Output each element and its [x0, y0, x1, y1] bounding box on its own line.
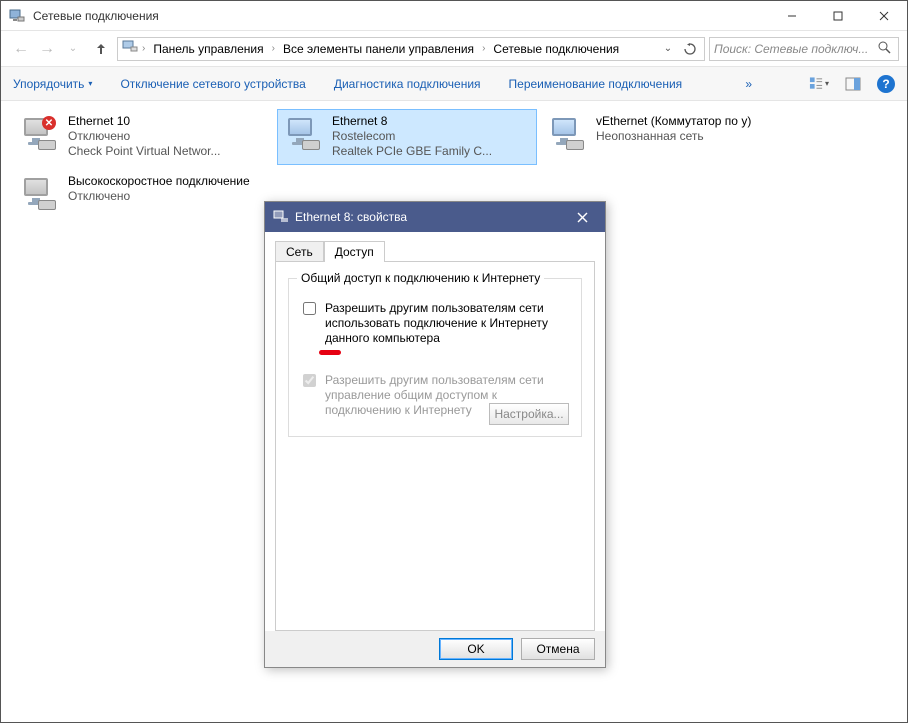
dialog-title: Ethernet 8: свойства [295, 210, 407, 224]
cancel-button[interactable]: Отмена [521, 638, 595, 660]
tab-network[interactable]: Сеть [275, 241, 324, 262]
connection-detail: Realtek PCIe GBE Family C... [332, 144, 492, 159]
diagnose-button[interactable]: Диагностика подключения [334, 77, 481, 91]
tab-access[interactable]: Доступ [324, 241, 385, 262]
allow-sharing-checkbox[interactable] [303, 302, 316, 315]
chevron-right-icon: › [142, 43, 145, 54]
search-placeholder: Поиск: Сетевые подключ... [714, 42, 878, 56]
app-icon [9, 8, 25, 24]
address-dropdown[interactable]: ⌄ [658, 39, 678, 59]
allow-control-checkbox [303, 374, 316, 387]
connection-status: Отключено [68, 129, 221, 144]
groupbox-legend: Общий доступ к подключению к Интернету [297, 271, 544, 285]
back-button[interactable]: ← [9, 37, 33, 61]
search-input[interactable]: Поиск: Сетевые подключ... [709, 37, 899, 61]
organize-menu[interactable]: Упорядочить [13, 77, 92, 91]
settings-button: Настройка... [489, 403, 569, 425]
nav-arrows: ← → ⌄ [9, 37, 85, 61]
breadcrumb[interactable]: Сетевые подключения [489, 42, 623, 56]
connection-name: Высокоскоростное подключение [68, 174, 250, 189]
connection-status: Отключено [68, 189, 250, 204]
view-options-button[interactable]: ▾ [809, 74, 829, 94]
connection-item[interactable]: vEthernet (Коммутатор по у) Неопознанная… [541, 109, 801, 165]
connection-item[interactable]: ✕ Ethernet 10 Отключено Check Point Virt… [13, 109, 273, 165]
refresh-button[interactable] [680, 39, 700, 59]
forward-button[interactable]: → [35, 37, 59, 61]
adapter-icon [273, 209, 289, 225]
connection-detail: Check Point Virtual Networ... [68, 144, 221, 159]
toolbar: Упорядочить Отключение сетевого устройст… [1, 67, 907, 101]
up-button[interactable] [89, 37, 113, 61]
dialog-title-bar[interactable]: Ethernet 8: свойства [265, 202, 605, 232]
ics-groupbox: Общий доступ к подключению к Интернету Р… [288, 278, 582, 437]
rename-button[interactable]: Переименование подключения [509, 77, 683, 91]
close-button[interactable] [861, 1, 907, 31]
properties-dialog: Ethernet 8: свойства Сеть Доступ Общий д… [264, 201, 606, 668]
nav-bar: ← → ⌄ › Панель управления › Все элементы… [1, 31, 907, 67]
connection-status: Неопознанная сеть [596, 129, 751, 144]
search-icon [878, 41, 894, 57]
connection-item[interactable]: Высокоскоростное подключение Отключено [13, 169, 273, 225]
address-bar[interactable]: › Панель управления › Все элементы панел… [117, 37, 705, 61]
allow-sharing-row: Разрешить другим пользователям сети испо… [299, 301, 571, 346]
connection-name: vEthernet (Коммутатор по у) [596, 114, 751, 129]
breadcrumb[interactable]: Панель управления [149, 42, 267, 56]
title-bar: Сетевые подключения [1, 1, 907, 31]
minimize-button[interactable] [769, 1, 815, 31]
connection-item[interactable]: Ethernet 8 Rostelecom Realtek PCIe GBE F… [277, 109, 537, 165]
dialog-button-row: OK Отмена [265, 631, 605, 667]
network-adapter-icon [282, 114, 324, 156]
breadcrumb[interactable]: Все элементы панели управления [279, 42, 478, 56]
chevron-right-icon: › [272, 43, 275, 54]
network-adapter-icon [18, 174, 60, 216]
address-icon [122, 39, 138, 58]
connection-status: Rostelecom [332, 129, 492, 144]
network-adapter-icon [546, 114, 588, 156]
dialog-body: Сеть Доступ Общий доступ к подключению к… [265, 232, 605, 631]
recent-dropdown[interactable]: ⌄ [61, 37, 85, 61]
annotation-marker [319, 350, 341, 355]
preview-pane-button[interactable] [843, 74, 863, 94]
connection-name: Ethernet 10 [68, 114, 221, 129]
allow-sharing-label: Разрешить другим пользователям сети испо… [325, 301, 571, 346]
tab-strip: Сеть Доступ [275, 240, 595, 261]
disable-device-button[interactable]: Отключение сетевого устройства [120, 77, 305, 91]
network-adapter-icon: ✕ [18, 114, 60, 156]
tab-panel-access: Общий доступ к подключению к Интернету Р… [275, 261, 595, 631]
chevron-right-icon: › [482, 43, 485, 54]
ok-button[interactable]: OK [439, 638, 513, 660]
maximize-button[interactable] [815, 1, 861, 31]
help-button[interactable]: ? [877, 75, 895, 93]
window-controls [769, 1, 907, 31]
toolbar-overflow[interactable]: » [745, 77, 752, 91]
dialog-close-button[interactable] [567, 202, 597, 232]
window-title: Сетевые подключения [33, 9, 769, 23]
network-connections-window: Сетевые подключения ← → ⌄ › Панель управ… [0, 0, 908, 723]
connection-name: Ethernet 8 [332, 114, 492, 129]
